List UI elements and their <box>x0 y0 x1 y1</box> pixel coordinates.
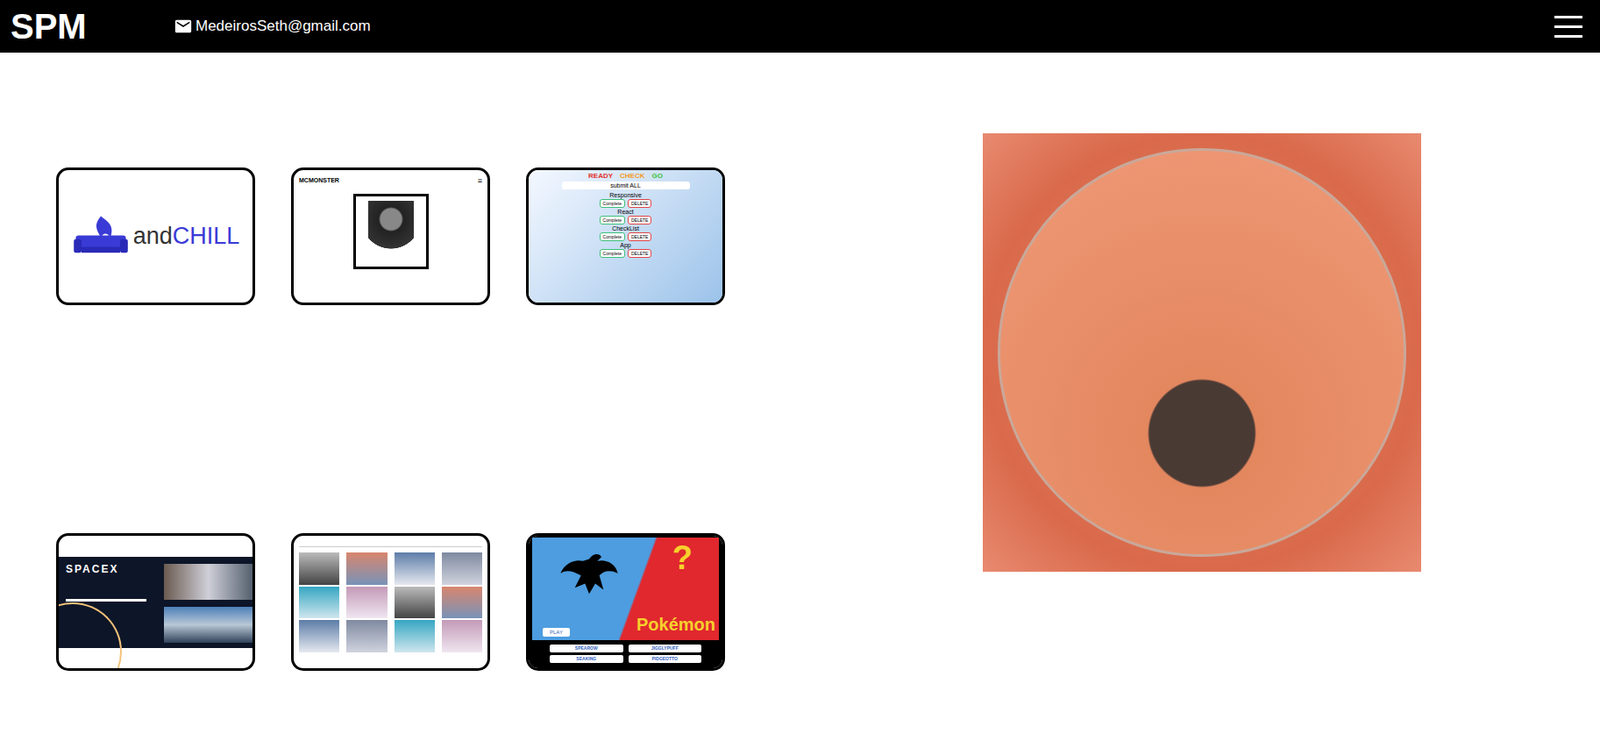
hamburger-menu-icon[interactable] <box>1554 15 1583 38</box>
task-name: Responsive <box>609 191 642 200</box>
cloud-photo <box>298 552 340 585</box>
hero-right <box>155 556 253 648</box>
task-actions: CompleteDELETE <box>599 199 653 208</box>
task-name: App <box>619 241 631 249</box>
facility-photo <box>163 606 253 643</box>
cloud-photo <box>298 619 340 653</box>
gallery-thumbnail <box>293 535 488 669</box>
top-bar: SPM MedeirosSeth@gmail.com <box>0 0 1600 53</box>
cloud-photo <box>346 586 387 619</box>
spacex-thumbnail: SPACEX <box>58 535 253 669</box>
project-card[interactable]: ? Pokémon PLAY SPEAROW JIGGLYPUFF SEAKING PIDG… <box>526 533 726 671</box>
pokemon-logo: Pokémon <box>636 614 716 635</box>
task-name: React <box>617 207 633 216</box>
cloud-photo <box>394 586 435 619</box>
task-button[interactable]: DELETE <box>627 232 652 242</box>
task-actions: CompleteDELETE <box>599 215 653 225</box>
task-item: CheckListCompleteDELETE <box>599 224 653 242</box>
checklist-thumbnail: READYCHECKGOsubmit ALLResponsiveComplete… <box>528 170 723 303</box>
play-button[interactable]: PLAY <box>542 627 570 637</box>
gallery-header <box>298 540 483 548</box>
task-button[interactable]: DELETE <box>627 215 652 225</box>
task-name: CheckList <box>611 224 640 233</box>
email-link[interactable]: MedeirosSeth@gmail.com <box>173 16 371 36</box>
task-button[interactable]: DELETE <box>627 199 652 208</box>
hero-line <box>65 598 147 602</box>
mirror-circle <box>997 148 1407 557</box>
submit-bar[interactable]: submit ALL <box>561 181 690 190</box>
heading-word: GO <box>652 171 663 181</box>
project-card[interactable]: MCMONSTER ≡ <box>291 167 491 306</box>
question-mark: ? <box>672 540 693 575</box>
task-button[interactable]: Complete <box>599 232 626 242</box>
thumb-header: MCMONSTER ≡ <box>293 170 488 185</box>
answer-button[interactable]: JIGGLYPUFF <box>628 644 703 653</box>
cloud-photo <box>394 619 435 653</box>
project-card[interactable]: andCHILL <box>56 167 256 306</box>
spacex-hero: SPACEX <box>58 556 253 648</box>
hero-left: SPACEX <box>58 556 156 648</box>
task-actions: CompleteDELETE <box>599 248 653 258</box>
profile-photo <box>982 133 1422 572</box>
task-button[interactable]: DELETE <box>627 248 652 258</box>
project-card[interactable]: READYCHECKGOsubmit ALLResponsiveComplete… <box>526 167 726 306</box>
project-grid: andCHILL MCMONSTER ≡ READY CHECK GOsubmit ALL… <box>0 52 726 671</box>
bird-silhouette-icon <box>558 547 620 601</box>
project-card[interactable]: SPACEX <box>56 533 256 671</box>
answer-button[interactable]: PIDGEOTTO <box>628 654 703 663</box>
portrait-frame <box>353 193 429 270</box>
brand-text: MCMONSTER <box>298 177 340 185</box>
site-logo[interactable]: SPM <box>10 7 90 47</box>
task-button[interactable]: Complete <box>599 199 626 208</box>
spacex-brand: SPACEX <box>65 562 119 576</box>
task-button[interactable]: Complete <box>599 215 626 225</box>
cloud-grid <box>298 552 483 653</box>
cloud-photo <box>298 586 340 619</box>
rocket-photo <box>163 563 253 600</box>
cloud-photo <box>346 552 387 585</box>
project-card[interactable] <box>291 533 491 671</box>
task-actions: CompleteDELETE <box>599 232 653 242</box>
cloud-photo <box>394 552 435 585</box>
cloud-photo <box>441 619 483 653</box>
answer-choices: SPEAROW JIGGLYPUFF SEAKING PIDGEOTTO <box>532 640 719 667</box>
cloud-photo <box>441 552 483 585</box>
launch-arc <box>56 602 122 672</box>
task-item: ResponsiveCompleteDELETE <box>599 191 653 208</box>
logo-text: and <box>133 222 173 250</box>
cloud-photo <box>441 586 483 619</box>
answer-button[interactable]: SPEAROW <box>549 644 624 653</box>
main-content: andCHILL MCMONSTER ≡ READY CHECK GOsubmit ALL… <box>0 52 1600 671</box>
cloud-photo <box>346 619 387 653</box>
sofa-flame-icon <box>71 212 130 261</box>
logo-highlight: CHILL <box>172 222 241 250</box>
checklist-heading: READY CHECK GO <box>588 171 663 181</box>
heading-word: CHECK <box>619 171 645 181</box>
task-item: ReactCompleteDELETE <box>599 207 653 225</box>
email-text[interactable]: MedeirosSeth@gmail.com <box>195 17 371 36</box>
menu-text: ≡ <box>477 177 483 185</box>
heading-word: READY <box>588 171 613 181</box>
mail-icon <box>173 16 193 36</box>
pokemon-thumbnail: ? Pokémon PLAY SPEAROW JIGGLYPUFF SEAKING PIDG… <box>528 535 723 669</box>
mcmonster-thumbnail: MCMONSTER ≡ <box>293 170 488 303</box>
task-button[interactable]: Complete <box>599 248 626 258</box>
task-item: AppCompleteDELETE <box>599 241 653 258</box>
portrait-photo <box>368 200 414 263</box>
portfolio-page: SPM MedeirosSeth@gmail.com andCHILL MCMONST… <box>0 0 1600 748</box>
quiz-stage: ? Pokémon PLAY <box>532 537 719 640</box>
answer-button[interactable]: SEAKING <box>549 654 624 663</box>
andchill-thumbnail: andCHILL <box>58 170 253 303</box>
